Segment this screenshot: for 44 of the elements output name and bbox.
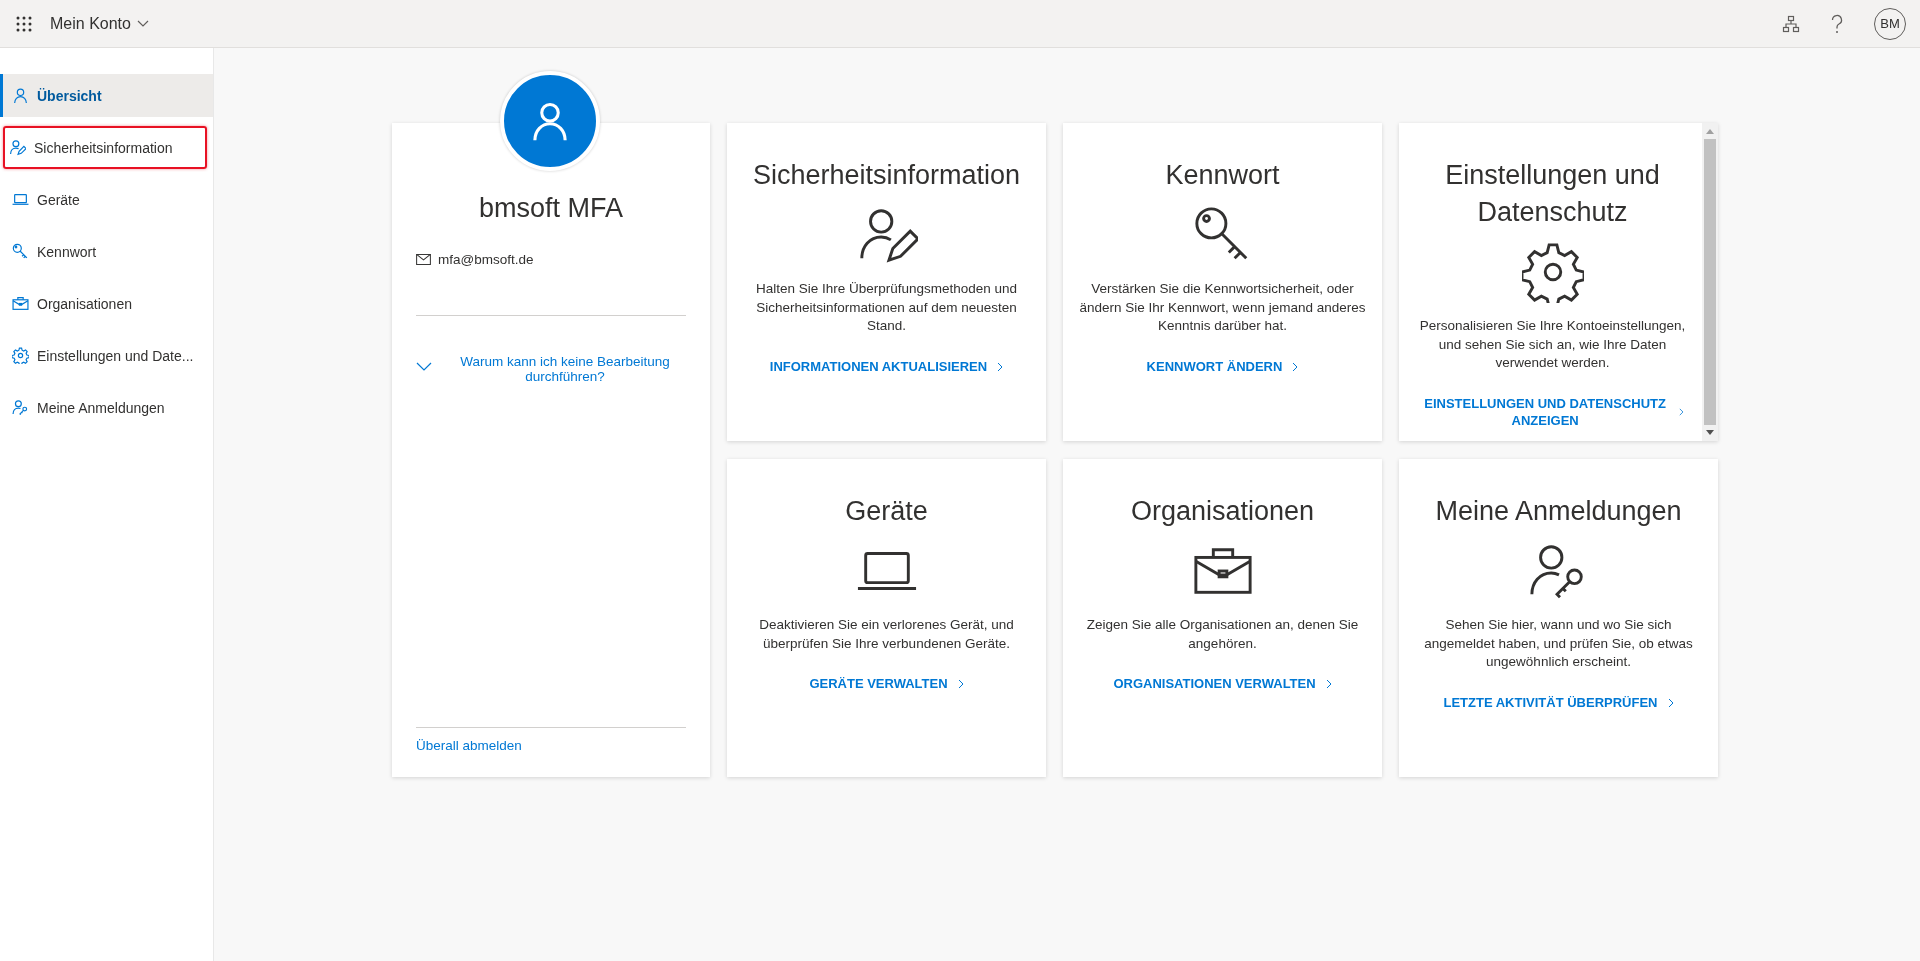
- sidebar-item[interactable]: Organisationen: [0, 282, 213, 325]
- tile-title: Organisationen: [1129, 495, 1316, 528]
- chevron-right-icon: [1292, 361, 1299, 372]
- chevron-down-icon[interactable]: [136, 19, 149, 28]
- chevron-down-icon[interactable]: [416, 362, 432, 372]
- tile-description: Deaktivieren Sie ein verlorenes Gerät, und überprüfen Sie Ihre verbundenen Geräte.: [758, 616, 1015, 653]
- tile-link[interactable]: ORGANISATIONEN VERWALTEN: [1113, 675, 1332, 693]
- app-launcher-icon[interactable]: [16, 15, 32, 32]
- chevron-right-icon: [997, 361, 1004, 372]
- sidebar-item[interactable]: Meine Anmeldungen: [0, 386, 213, 429]
- sidebar-item[interactable]: Geräte: [0, 178, 213, 221]
- app-title[interactable]: Mein Konto: [50, 14, 131, 33]
- tile-description: Sehen Sie hier, wann und wo Sie sich angemeldet haben, und prüfen Sie, ob etwas ungewöhnlich erscheint.: [1423, 616, 1694, 672]
- tile-title: Geräte: [844, 495, 929, 528]
- tile-title: Meine Anmeldungen: [1434, 495, 1683, 528]
- hierarchy-icon[interactable]: [1782, 14, 1800, 33]
- sidebar-item[interactable]: Übersicht: [0, 74, 213, 117]
- sign-out-link[interactable]: Überall abmelden: [416, 738, 686, 753]
- scroll-down-icon[interactable]: [1706, 430, 1714, 436]
- tile-link[interactable]: INFORMATIONEN AKTUALISIEREN: [769, 357, 1004, 376]
- email-address: mfa@bmsoft.de: [438, 252, 534, 267]
- tile-title: Einstellungen und Datenschutz: [1444, 159, 1661, 229]
- scrollbar[interactable]: [1702, 123, 1718, 441]
- chevron-right-icon: [1678, 407, 1684, 418]
- tile-link[interactable]: KENNWORT ÄNDERN: [1146, 357, 1299, 376]
- tile-description: Zeigen Sie alle Organisationen an, denen Sie angehören.: [1085, 616, 1360, 653]
- tile-link[interactable]: EINSTELLUNGEN UND DATENSCHUTZ ANZEIGEN: [1421, 394, 1684, 430]
- chevron-right-icon: [1325, 679, 1332, 689]
- tile-description: Personalisieren Sie Ihre Kontoeinstellungen, und sehen Sie sich an, wie Ihre Daten verwendet werden.: [1418, 316, 1687, 373]
- help-icon[interactable]: [1830, 13, 1844, 34]
- sidebar-item[interactable]: Sicherheitsinformation: [3, 126, 207, 169]
- chevron-right-icon: [957, 679, 964, 689]
- profile-name: bmsoft MFA: [478, 193, 624, 224]
- tile-link[interactable]: LETZTE AKTIVITÄT ÜBERPRÜFEN: [1443, 693, 1674, 712]
- mail-icon: [416, 254, 431, 265]
- tile-description: Halten Sie Ihre Überprüfungsmethoden und Sicherheitsinformationen auf dem neuesten Stand.: [754, 280, 1019, 336]
- chevron-right-icon: [1667, 697, 1674, 708]
- sidebar-item[interactable]: Kennwort: [0, 230, 213, 273]
- tile-title: Kennwort: [1164, 159, 1281, 192]
- tile-description: Verstärken Sie die Kennwortsicherheit, oder ändern Sie Ihr Kennwort, wenn jemand anderes Kenntnis darüber hat.: [1079, 280, 1366, 336]
- tile-title: Sicherheitsinformation: [751, 159, 1022, 192]
- tile-link[interactable]: GERÄTE VERWALTEN: [809, 675, 964, 693]
- help-link[interactable]: Warum kann ich keine Bearbeitung durchführen?: [444, 354, 686, 384]
- sidebar-item[interactable]: Einstellungen und Date...: [0, 334, 213, 377]
